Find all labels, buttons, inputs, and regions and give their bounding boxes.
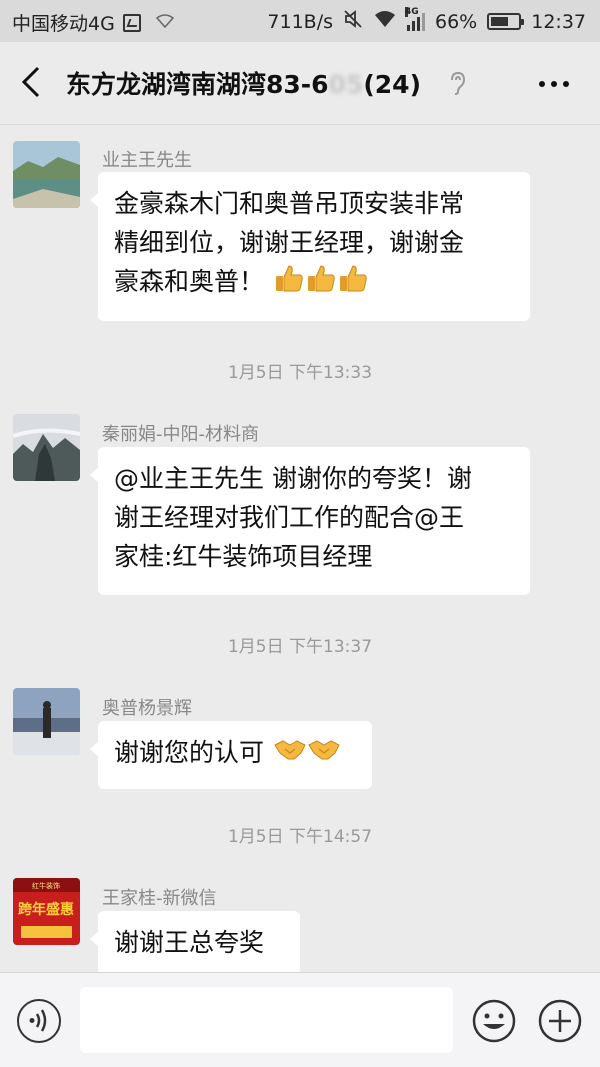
back-button[interactable] [18,64,48,100]
avatar[interactable]: 红牛装饰 跨年盛惠 [13,878,80,945]
cellular-signal-icon: 4G [405,6,425,31]
thumbs-up-icon [274,263,304,304]
carrier-label: 中国移动4G [12,13,115,35]
voice-input-button[interactable] [17,999,61,1043]
sender-name: 王家桂-新微信 [102,888,217,909]
member-count: (24) [363,70,422,99]
avatar[interactable] [13,414,80,481]
battery-icon [487,13,525,30]
message-line: @业主王先生 谢谢你的夸奖！谢 [114,464,472,493]
sender-name: 秦丽娟-中阳-材料商 [102,424,259,445]
message-bubble[interactable]: @业主王先生 谢谢你的夸奖！谢 谢王经理对我们工作的配合@王 家桂:红牛装饰项目… [90,447,530,595]
avatar[interactable] [13,141,80,208]
earpiece-mode-icon [446,70,468,96]
image-notification-icon [122,13,141,32]
chevron-left-icon [21,66,40,98]
chat-title: 东方龙湖湾南湖湾83-605(24) [66,65,421,101]
message-timestamp: 1月5日 下午13:37 [227,637,373,657]
wifi-hotspot-icon [155,12,175,34]
thumbs-up-icon [338,263,368,304]
more-dots-icon [539,81,569,87]
message-line: 谢谢您的认可 [114,738,265,767]
message-timestamp: 1月5日 下午14:57 [227,827,373,847]
message-line-with-emoji: 豪森和奥普！ [114,262,514,304]
sender-name: 奥普杨景辉 [102,698,192,719]
handshake-icon [308,735,340,774]
handshake-icon [274,735,306,774]
more-functions-button[interactable] [538,999,582,1043]
message-line: 金豪森木门和奥普吊顶安装非常 [114,189,465,218]
network-speed: 711B/s [267,10,333,33]
chat-screen: 中国移动4G 711B/s 4G 66% 12:37 东方龙湖湾南湖湾83-60… [0,0,600,1067]
chat-header: 东方龙湖湾南湖湾83-605(24) [0,42,600,125]
message-bubble[interactable]: 谢谢您的认可 [90,721,372,789]
mountain-avatar-image [13,414,80,481]
plus-circle-icon [538,999,582,1043]
input-bar [0,972,600,1067]
mute-icon [343,9,363,34]
group-name-obscured: 05 [328,70,364,99]
emoji-button[interactable] [472,999,516,1043]
message-list[interactable]: 业主王先生 金豪森木门和奥普吊顶安装非常 精细到位，谢谢王经理，谢谢金 豪森和奥… [0,124,600,972]
battery-percent: 66% [435,10,478,33]
avatar[interactable] [13,688,80,755]
message-line: 谢谢王总夸奖 [114,928,265,957]
message-bubble[interactable]: 谢谢王总夸奖 [90,911,300,972]
group-name: 东方龙湖湾南湖湾83-6 [66,70,329,99]
wifi-icon [373,9,397,34]
message-timestamp: 1月5日 下午13:33 [227,363,373,383]
thumbs-up-icon [306,263,336,304]
message-input[interactable] [80,987,453,1053]
message-line: 精细到位，谢谢王经理，谢谢金 [114,228,465,257]
avatar-brand-text: 红牛装饰 [32,881,60,890]
voice-wave-icon [29,1009,47,1032]
beach-avatar-image [13,688,80,755]
avatar-headline-text: 跨年盛惠 [18,901,74,918]
message-bubble[interactable]: 金豪森木门和奥普吊顶安装非常 精细到位，谢谢王经理，谢谢金 豪森和奥普！ [90,172,530,321]
more-options-button[interactable] [536,72,572,96]
clock: 12:37 [531,10,586,33]
message-line: 家桂:红牛装饰项目经理 [114,542,373,571]
message-line: 谢王经理对我们工作的配合@王 [114,503,465,532]
smiley-face-icon [472,999,516,1043]
landscape-avatar-image [13,141,80,208]
status-bar: 中国移动4G 711B/s 4G 66% 12:37 [0,0,600,42]
promo-poster-avatar-image: 红牛装饰 跨年盛惠 [13,878,80,945]
sender-name: 业主王先生 [102,150,192,171]
